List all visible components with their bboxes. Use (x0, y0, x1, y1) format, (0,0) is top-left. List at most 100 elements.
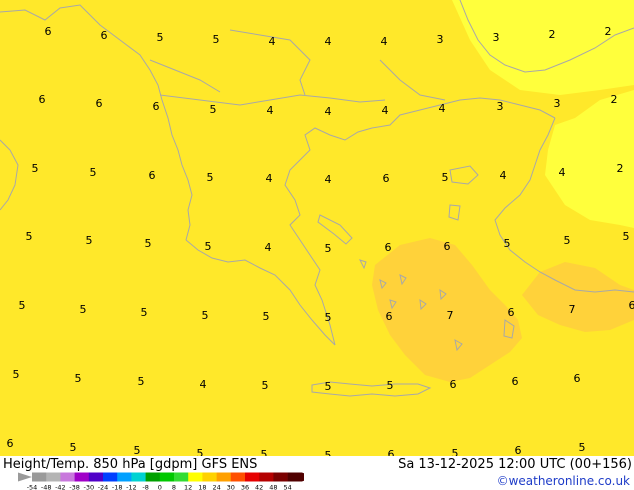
contour-label: 5 (325, 311, 332, 324)
color-scale: -54 -48 -42 -38 -30 -24 -18 -12 -8 0 8 12 18 24 30 36 42… (18, 472, 304, 490)
contour-label: 6 (450, 378, 457, 391)
contour-label: 6 (444, 240, 451, 253)
scale-swatch (46, 472, 61, 482)
contour-label: 5 (623, 230, 630, 243)
contour-label: 5 (145, 237, 152, 250)
scale-tick-label: -54 (27, 484, 38, 490)
scale-tick-label: 54 (283, 484, 291, 490)
contour-label: 3 (554, 97, 561, 110)
scale-swatch (245, 472, 260, 482)
scale-tick-label: 18 (198, 484, 206, 490)
credit-link[interactable]: ©weatheronline.co.uk (497, 474, 630, 488)
contour-label: 3 (493, 31, 500, 44)
contour-label: 6 (39, 93, 46, 106)
contour-label: 5 (32, 162, 39, 175)
contour-label: 5 (213, 33, 220, 46)
contour-label: 5 (157, 31, 164, 44)
contour-label: 6 (149, 169, 156, 182)
valid-time: Sa 13-12-2025 12:00 UTC (00+156) (398, 457, 632, 472)
scale-tick-label: -24 (98, 484, 109, 490)
scale-tick-label: 12 (184, 484, 192, 490)
contour-label: 2 (611, 93, 618, 106)
contour-label: 6 (383, 172, 390, 185)
scale-tick-label: 48 (269, 484, 277, 490)
contour-label: 5 (205, 240, 212, 253)
contour-label: 5 (325, 380, 332, 393)
contour-label: 5 (504, 237, 511, 250)
scale-tick-label: -38 (69, 484, 80, 490)
contour-label: 5 (19, 299, 26, 312)
contour-label: 3 (497, 100, 504, 113)
contour-label: 7 (569, 303, 576, 316)
contour-label: 4 (269, 35, 276, 48)
scale-swatch (230, 472, 246, 482)
scale-swatch (88, 472, 104, 482)
scale-tick-label: -12 (126, 484, 137, 490)
contour-label: 7 (447, 309, 454, 322)
contour-label: 6 (101, 29, 108, 42)
weather-map: 6 6 5 5 4 4 4 3 3 2 2 6 6 6 5 4 4 4 4 3 3 2 5 5 6 5 4 4 6 5 4 4 2 5 5 5 5 4 5 6… (0, 0, 634, 462)
scale-swatch (174, 472, 189, 482)
scale-swatch (32, 472, 47, 482)
contour-label: 4 (382, 104, 389, 117)
contour-label: 5 (387, 379, 394, 392)
contour-label: 5 (75, 372, 82, 385)
contour-label: 4 (439, 102, 446, 115)
scale-arrow-right (301, 472, 304, 482)
contour-label: 4 (265, 241, 272, 254)
contour-label: 5 (26, 230, 33, 243)
contour-label: 6 (508, 306, 515, 319)
contour-label: 6 (629, 299, 634, 312)
contour-label: 5 (141, 306, 148, 319)
contour-label: 4 (325, 35, 332, 48)
map-title: Height/Temp. 850 hPa [gdpm] GFS ENS (3, 457, 258, 472)
scale-swatch (60, 472, 75, 482)
scale-swatch (131, 472, 146, 482)
contour-label: 2 (549, 28, 556, 41)
scale-swatch (103, 472, 118, 482)
contour-label: 6 (385, 241, 392, 254)
scale-swatch (188, 472, 203, 482)
contour-label: 2 (617, 162, 624, 175)
contour-label: 5 (564, 234, 571, 247)
scale-tick-label: 30 (227, 484, 235, 490)
contour-label: 5 (138, 375, 145, 388)
contour-label: 5 (70, 441, 77, 454)
scale-tick-label: -30 (83, 484, 94, 490)
contour-label: 5 (579, 441, 586, 454)
contour-label: 4 (500, 169, 507, 182)
scale-tick-label: 0 (158, 484, 162, 490)
scale-tick-label: 24 (212, 484, 220, 490)
contour-label: 6 (386, 310, 393, 323)
scale-tick-label: -48 (41, 484, 52, 490)
scale-swatch (117, 472, 132, 482)
contour-label: 5 (207, 171, 214, 184)
scale-swatch (202, 472, 217, 482)
contour-label: 5 (263, 310, 270, 323)
scale-swatch (216, 472, 232, 482)
contour-label: 5 (325, 242, 332, 255)
contour-label: 4 (381, 35, 388, 48)
scale-swatch (259, 472, 274, 482)
contour-label: 5 (86, 234, 93, 247)
contour-label: 4 (266, 172, 273, 185)
contour-label: 6 (153, 100, 160, 113)
contour-label: 5 (210, 103, 217, 116)
contour-label: 3 (437, 33, 444, 46)
contour-label: 4 (559, 166, 566, 179)
scale-tick-label: 8 (172, 484, 176, 490)
scale-tick-label: 36 (241, 484, 249, 490)
contour-label: 5 (442, 171, 449, 184)
scale-swatch (287, 472, 303, 482)
contour-label: 6 (96, 97, 103, 110)
contour-label: 4 (200, 378, 207, 391)
contour-label: 6 (512, 375, 519, 388)
contour-label: 4 (325, 173, 332, 186)
contour-label: 5 (262, 379, 269, 392)
scale-swatch (273, 472, 288, 482)
contour-label: 5 (202, 309, 209, 322)
contour-label: 5 (13, 368, 20, 381)
contour-label: 2 (605, 25, 612, 38)
scale-swatch (145, 472, 161, 482)
scale-tick-label: -8 (142, 484, 148, 490)
